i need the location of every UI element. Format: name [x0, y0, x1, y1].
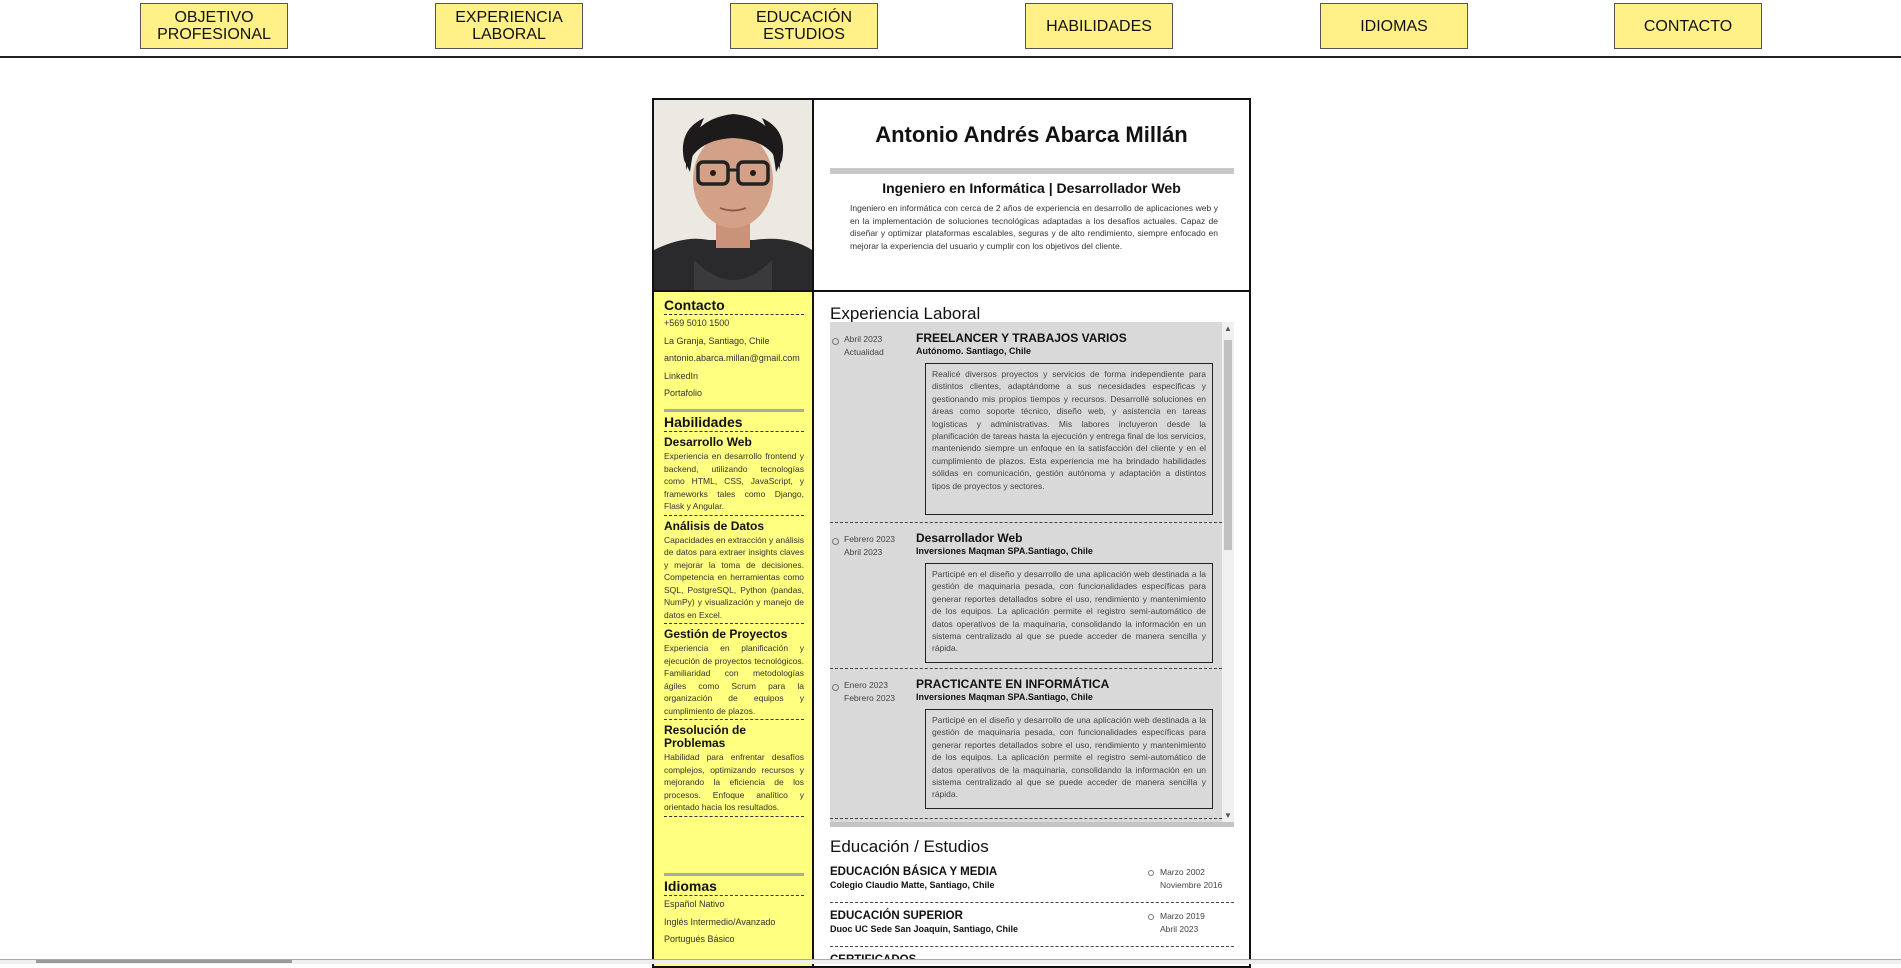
skill-description: Experiencia en planificación y ejecución…: [664, 642, 804, 720]
language-item: Español Nativo: [664, 899, 725, 909]
resume-main: Antonio Andrés Abarca Millán Ingeniero e…: [814, 100, 1249, 966]
person-name: Antonio Andrés Abarca Millán: [875, 122, 1188, 147]
experience-item: Abril 2023 Actualidad FREELANCER Y TRABA…: [830, 322, 1222, 523]
job-company: Inversiones Maqman SPA.Santiago, Chile: [916, 692, 1093, 702]
timeline-bullet-icon: [1148, 914, 1154, 920]
education-place: Duoc UC Sede San Joaquín, Santiago, Chil…: [830, 924, 1019, 934]
contact-email-link[interactable]: antonio.abarca.millan@gmail.com: [664, 350, 804, 368]
horizontal-scrollbar[interactable]: [0, 959, 1901, 964]
nav-experiencia-laboral-button[interactable]: EXPERIENCIA LABORAL: [435, 3, 583, 49]
contact-portfolio-link[interactable]: Portafolio: [664, 385, 804, 403]
experience-heading: Experiencia Laboral: [830, 304, 981, 323]
education-item: CERTIFICADOS: [830, 948, 1234, 966]
job-company: Autónomo. Santiago, Chile: [916, 346, 1031, 356]
contact-phone: +569 5010 1500: [664, 318, 730, 328]
contact-linkedin-link[interactable]: LinkedIn: [664, 368, 804, 386]
person-role: Ingeniero en Informática | Desarrollador…: [882, 180, 1181, 196]
education-date-to: Abril 2023: [1160, 924, 1199, 934]
timeline-bullet-icon: [832, 684, 839, 691]
job-date-to: Actualidad: [844, 347, 884, 357]
job-dates: Abril 2023 Actualidad: [844, 333, 884, 359]
resume-sidebar: Contacto +569 5010 1500 La Granja, Santi…: [654, 100, 814, 966]
header-divider: [830, 168, 1234, 174]
languages-heading: Idiomas: [664, 878, 804, 896]
education-item: EDUCACIÓN BÁSICA Y MEDIA Colegio Claudio…: [830, 860, 1234, 903]
skill-title: Resolución de Problemas: [664, 723, 747, 750]
language-item: Inglés Intermedio/Avanzado: [664, 916, 776, 927]
education-date-from: Marzo 2019: [1160, 911, 1205, 921]
skill-title: Desarrollo Web: [664, 435, 752, 449]
education-heading: Educación / Estudios: [830, 837, 989, 856]
resume-header: Antonio Andrés Abarca Millán Ingeniero e…: [814, 100, 1249, 292]
scrollbar-thumb[interactable]: [1224, 340, 1232, 550]
skill-description: Habilidad para enfrentar desafíos comple…: [664, 751, 804, 817]
education-item: EDUCACIÓN SUPERIOR Duoc UC Sede San Joaq…: [830, 904, 1234, 947]
scroll-up-arrow-icon[interactable]: ▲: [1222, 324, 1234, 333]
timeline-bullet-icon: [1148, 870, 1154, 876]
education-place: Colegio Claudio Matte, Santiago, Chile: [830, 880, 995, 890]
nav-educacion-estudios-button[interactable]: EDUCACIÓN ESTUDIOS: [730, 3, 878, 49]
skill-title: Análisis de Datos: [664, 518, 765, 533]
job-description: Realicé diversos proyectos y servicios d…: [925, 363, 1213, 515]
profile-photo: [654, 100, 812, 292]
experience-item: Enero 2023 Febrero 2023 PRACTICANTE EN I…: [830, 668, 1222, 819]
job-dates: Febrero 2023 Abril 2023: [844, 533, 895, 559]
education-name: EDUCACIÓN BÁSICA Y MEDIA: [830, 866, 998, 878]
scroll-down-arrow-icon[interactable]: ▼: [1222, 811, 1234, 820]
job-description: Participé en el diseño y desarrollo de u…: [925, 563, 1213, 663]
contact-section: Contacto +569 5010 1500 La Granja, Santi…: [664, 297, 804, 403]
job-date-from: Febrero 2023: [844, 534, 896, 544]
job-title: Desarrollador Web: [916, 531, 1023, 545]
job-date-from: Enero 2023: [844, 680, 888, 690]
skill-description: Experiencia en desarrollo frontend y bac…: [664, 450, 804, 516]
experience-item: Febrero 2023 Abril 2023 Desarrollador We…: [830, 522, 1222, 669]
job-date-from: Abril 2023: [844, 334, 883, 344]
job-title: PRACTICANTE EN INFORMÁTICA: [916, 677, 1110, 691]
contact-heading: Contacto: [664, 297, 804, 315]
education-date-to: Noviembre 2016: [1160, 880, 1223, 890]
nav-objetivo-profesional-button[interactable]: OBJETIVO PROFESIONAL: [140, 3, 288, 49]
experience-scrollbar[interactable]: ▲ ▼: [1222, 322, 1234, 822]
education-name: EDUCACIÓN SUPERIOR: [830, 910, 963, 922]
languages-section: Idiomas Español Nativo Inglés Intermedio…: [664, 873, 804, 949]
job-date-to: Febrero 2023: [844, 693, 896, 703]
job-title: FREELANCER Y TRABAJOS VARIOS: [916, 331, 1127, 345]
skills-heading: Habilidades: [664, 414, 804, 432]
language-item: Portugués Básico: [664, 934, 735, 944]
job-date-to: Abril 2023: [844, 547, 883, 557]
skill-title: Gestión de Proyectos: [664, 627, 788, 641]
job-dates: Enero 2023 Febrero 2023: [844, 679, 895, 705]
nav-contacto-button[interactable]: CONTACTO: [1614, 3, 1762, 49]
contact-location: La Granja, Santiago, Chile: [664, 335, 770, 346]
timeline-bullet-icon: [832, 338, 839, 345]
resume-card: Contacto +569 5010 1500 La Granja, Santi…: [652, 98, 1251, 968]
education-dates: Marzo 2019 Abril 2023: [1160, 910, 1205, 936]
profile-summary: Ingeniero en informática con cerca de 2 …: [850, 203, 1218, 251]
skills-section: Habilidades Desarrollo Web Experiencia e…: [664, 409, 804, 817]
skill-description: Capacidades en extracción y análisis de …: [664, 534, 804, 624]
education-dates: Marzo 2002 Noviembre 2016: [1160, 866, 1222, 892]
nav-idiomas-button[interactable]: IDIOMAS: [1320, 3, 1468, 49]
job-description: Participé en el diseño y desarrollo de u…: [925, 709, 1213, 809]
nav-habilidades-button[interactable]: HABILIDADES: [1025, 3, 1173, 49]
job-company: Inversiones Maqman SPA.Santiago, Chile: [916, 546, 1093, 556]
timeline-bullet-icon: [832, 538, 839, 545]
experience-scroll-panel[interactable]: Abril 2023 Actualidad FREELANCER Y TRABA…: [830, 322, 1234, 827]
top-navigation: OBJETIVO PROFESIONAL EXPERIENCIA LABORAL…: [0, 0, 1901, 58]
education-date-from: Marzo 2002: [1160, 867, 1205, 877]
